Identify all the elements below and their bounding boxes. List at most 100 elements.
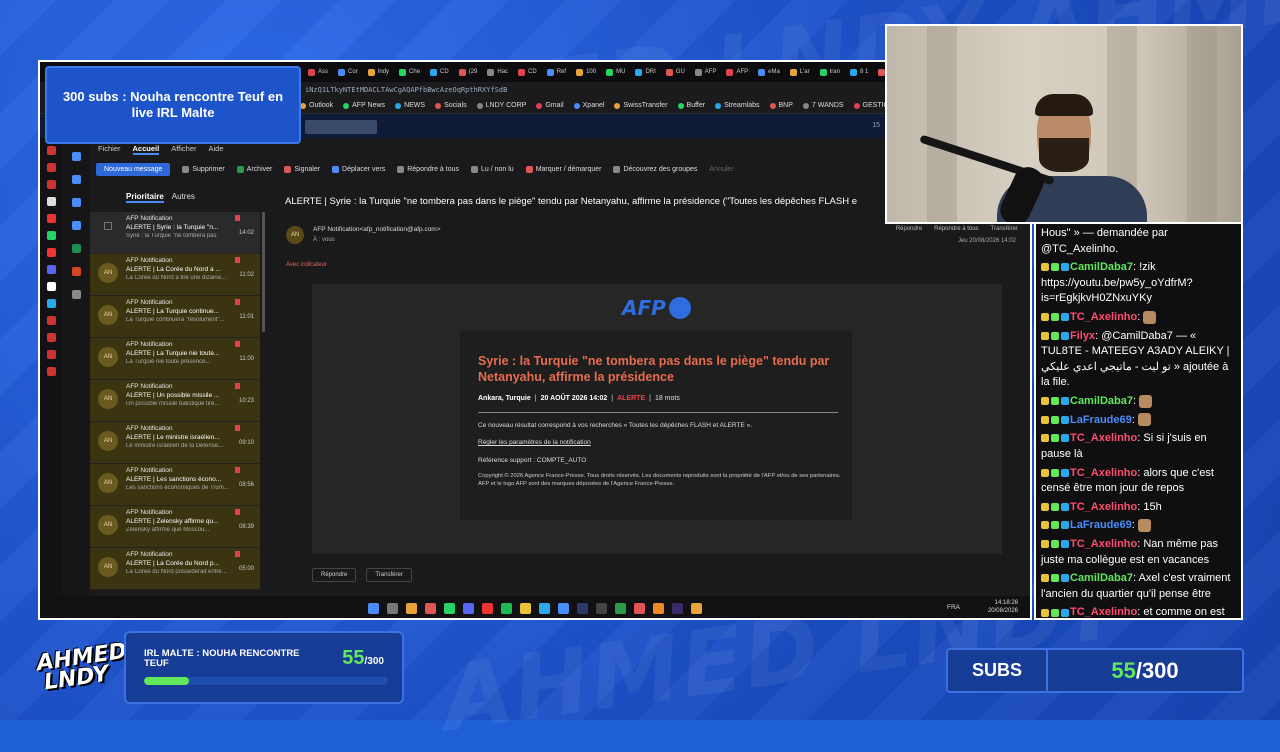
message-row[interactable]: AN AFP Notification ALERTE | La Corée du N…: [90, 548, 260, 590]
new-message-button[interactable]: Nouveau message: [96, 162, 171, 176]
flag-icon[interactable]: [235, 509, 240, 515]
discord-icon[interactable]: [463, 602, 474, 614]
app-icon[interactable]: [482, 602, 493, 614]
app-icon[interactable]: [46, 248, 56, 257]
mark-button[interactable]: Marquer / démarquer: [525, 165, 601, 173]
browser-tab[interactable]: CD: [427, 68, 452, 76]
browser-tab[interactable]: CD: [515, 68, 540, 76]
app-icon[interactable]: [46, 197, 56, 206]
app-icon[interactable]: [425, 602, 436, 614]
folder-icon[interactable]: [520, 602, 531, 614]
language-indicator[interactable]: FRA: [947, 604, 960, 611]
clock[interactable]: 14:18:26 20/08/2026: [988, 600, 1018, 616]
app-icon[interactable]: [596, 602, 607, 614]
reply-all-button[interactable]: Répondre à tous: [397, 165, 459, 173]
message-row[interactable]: AN AFP Notification ALERTE | La Turquie co…: [90, 296, 260, 338]
bookmark-item[interactable]: NEWS: [395, 102, 425, 109]
bookmark-item[interactable]: Streamlabs: [715, 102, 760, 109]
browser-tab[interactable]: 8 1: [847, 68, 871, 76]
flag-icon[interactable]: [235, 341, 240, 347]
tab-help[interactable]: Aide: [209, 144, 224, 155]
chat-username[interactable]: CamilDaba7: [1070, 395, 1133, 407]
archive-button[interactable]: Archiver: [236, 165, 272, 173]
bookmark-item[interactable]: Socials: [435, 102, 467, 109]
app-icon[interactable]: [46, 180, 56, 189]
cancel-button[interactable]: Annuler: [709, 166, 733, 173]
powerpoint-icon[interactable]: [71, 267, 81, 276]
bookmark-item[interactable]: Xpanel: [573, 102, 604, 109]
bookmark-item[interactable]: 7 WANDS: [802, 102, 844, 109]
browser-tab[interactable]: GU: [663, 68, 688, 76]
app-icon[interactable]: [387, 602, 398, 614]
windows-start-icon[interactable]: [368, 602, 379, 614]
flag-icon[interactable]: [235, 215, 240, 221]
app-icon[interactable]: [46, 163, 56, 172]
search-icon[interactable]: [406, 602, 417, 614]
bookmark-item[interactable]: AFP News: [343, 102, 385, 109]
tab-file[interactable]: Fichier: [98, 144, 121, 155]
app-icon[interactable]: [558, 602, 569, 614]
browser-tab[interactable]: L'ar: [787, 68, 813, 76]
move-button[interactable]: Déplacer vers: [332, 165, 385, 173]
flag-icon[interactable]: [235, 467, 240, 473]
excel-icon[interactable]: [71, 244, 81, 253]
bookmark-item[interactable]: Outlook: [300, 102, 333, 109]
photoshop-icon[interactable]: [577, 602, 588, 614]
whatsapp-icon[interactable]: [46, 231, 56, 240]
browser-tab[interactable]: MU: [603, 68, 628, 76]
browser-tab[interactable]: Cor: [335, 68, 361, 76]
browser-tab[interactable]: Che: [396, 68, 423, 76]
notification-settings-link[interactable]: Régler les paramètres de la notification: [478, 439, 591, 446]
read-unread-button[interactable]: Lu / non lu: [471, 165, 514, 173]
message-list-scrollbar[interactable]: [262, 212, 265, 332]
premiere-icon[interactable]: [672, 602, 683, 614]
bookmark-item[interactable]: Buffer: [677, 102, 705, 109]
message-row[interactable]: AN AFP Notification ALERTE | Les sanctions…: [90, 464, 260, 506]
browser-tab[interactable]: AFP: [723, 68, 751, 76]
app-icon[interactable]: [615, 602, 626, 614]
app-icon[interactable]: [46, 146, 56, 155]
message-row[interactable]: AN AFP Notification ALERTE | La Corée du N…: [90, 254, 260, 296]
browser-tab[interactable]: (29: [456, 68, 481, 76]
chat-username[interactable]: TC_Axelinho: [1070, 501, 1137, 513]
browser-tab[interactable]: DRI: [632, 68, 658, 76]
groups-button[interactable]: Découvrez des groupes: [613, 165, 697, 173]
browser-tab[interactable]: eMa: [755, 68, 783, 76]
chat-username[interactable]: TC_Axelinho: [1070, 538, 1137, 550]
chat-username[interactable]: TC_Axelinho: [1070, 606, 1137, 618]
chat-username[interactable]: LaFraude69: [1070, 414, 1132, 426]
flag-icon[interactable]: [235, 551, 240, 557]
reply-button[interactable]: Répondre: [312, 568, 357, 582]
reply-all-button[interactable]: Répondre à tous: [934, 226, 978, 232]
apps-icon[interactable]: [71, 290, 81, 299]
chat-username[interactable]: Filyx: [1070, 330, 1095, 342]
calendar-icon[interactable]: [71, 175, 81, 184]
bookmark-item[interactable]: LNDY CORP: [476, 102, 526, 109]
bookmark-item[interactable]: SwissTransfer: [614, 102, 668, 109]
flag-icon[interactable]: [235, 299, 240, 305]
browser-tab[interactable]: Iran: [817, 68, 843, 76]
message-row[interactable]: AN AFP Notification ALERTE | Zelensky affi…: [90, 506, 260, 548]
reply-button[interactable]: Répondre: [896, 226, 922, 232]
flag-icon[interactable]: [235, 425, 240, 431]
report-button[interactable]: Signaler: [284, 165, 320, 173]
tab-priority[interactable]: Prioritaire: [126, 192, 164, 203]
mail-icon[interactable]: [71, 152, 81, 161]
message-row[interactable]: AFP Notification ALERTE | Syrie : la Turq…: [90, 212, 260, 254]
message-row[interactable]: AN AFP Notification ALERTE | Un possible m…: [90, 380, 260, 422]
bookmark-item[interactable]: Gmail: [536, 102, 564, 109]
discord-icon[interactable]: [46, 265, 56, 274]
message-row[interactable]: AN AFP Notification ALERTE | Le ministre i…: [90, 422, 260, 464]
forward-button[interactable]: Transférer: [366, 568, 412, 582]
x-icon[interactable]: [46, 282, 56, 291]
browser-tab[interactable]: Ass: [305, 68, 331, 76]
delete-button[interactable]: Supprimer: [182, 165, 225, 173]
app-icon[interactable]: [46, 316, 56, 325]
tab-home[interactable]: Accueil: [132, 144, 160, 155]
firefox-icon[interactable]: [653, 602, 664, 614]
chrome-icon[interactable]: [691, 602, 702, 614]
settings-icon[interactable]: [46, 367, 56, 376]
flag-icon[interactable]: [235, 257, 240, 263]
telegram-icon[interactable]: [539, 602, 550, 614]
forward-button[interactable]: Transférer: [991, 226, 1018, 232]
